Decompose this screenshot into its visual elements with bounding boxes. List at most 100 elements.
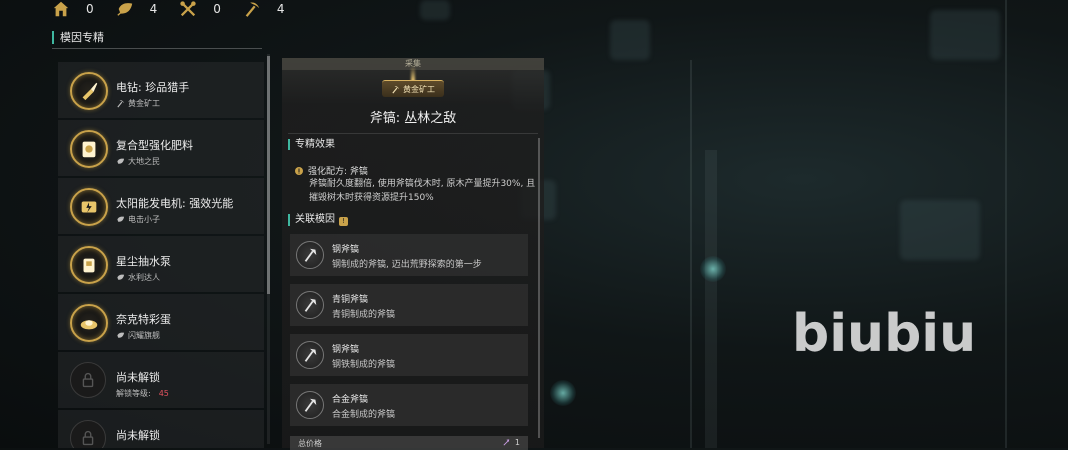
background-line: [705, 150, 717, 448]
gene-name: 青铜斧镐: [332, 295, 369, 305]
item-icon-ring: [70, 362, 106, 398]
lock-icon: [82, 430, 94, 446]
panel-title: 模因专精: [52, 31, 104, 44]
item-name: 星尘抽水泵: [116, 255, 171, 268]
list-item[interactable]: 电钻: 珍品猎手 黄金矿工: [58, 62, 264, 118]
item-icon-ring: [70, 130, 108, 168]
item-name: 奈克特彩蛋: [116, 313, 171, 326]
badge-label: 黄金矿工: [403, 84, 435, 94]
item-icon-ring: [70, 246, 108, 284]
detail-panel: 采集 黄金矿工 斧镐: 丛林之敌 专精效果 强化配方: 斧镐 斧镐耐久度翻倍, …: [282, 58, 544, 450]
item-tag-label: 黄金矿工: [128, 99, 160, 108]
background-tile: [930, 10, 1000, 60]
list-item[interactable]: 星尘抽水泵 水利达人: [58, 236, 264, 292]
axe-icon: [304, 298, 317, 312]
gene-row[interactable]: 钢斧镐 钢制成的斧镐, 迈出荒野探索的第一步: [290, 234, 528, 276]
item-tag-label: 解锁等级:: [116, 389, 151, 398]
gene-name: 合金斧镐: [332, 395, 369, 405]
glow-orb: [700, 256, 726, 282]
gene-icon: [296, 341, 324, 369]
lock-icon: [82, 372, 94, 388]
resource-house: 0: [52, 0, 94, 18]
item-tag-label: 大地之民: [128, 157, 160, 166]
item-unlock-level: 解锁等级: 45: [116, 388, 169, 399]
gene-row[interactable]: 合金斧镐 合金制成的斧镐: [290, 384, 528, 426]
item-icon-ring: [70, 304, 108, 342]
list-item[interactable]: 太阳能发电机: 强效光能 电击小子: [58, 178, 264, 234]
item-icon-ring: [70, 72, 108, 110]
gene-desc: 钢铁制成的斧镐: [332, 360, 396, 370]
tools-icon: [180, 1, 196, 17]
leaf-icon: [117, 274, 125, 280]
item-icon-ring: [70, 188, 108, 226]
item-name: 尚未解锁: [116, 371, 160, 384]
gene-name: 钢斧镐: [332, 345, 360, 355]
specialization-list: 电钻: 珍品猎手 黄金矿工 复合型强化肥料 大地之民 太阳能发电机: 强效光能 …: [58, 54, 266, 448]
pickaxe-icon: [245, 2, 260, 17]
gene-row[interactable]: 青铜斧镐 青铜制成的斧镐: [290, 284, 528, 326]
background-tile: [610, 20, 650, 60]
info-icon[interactable]: !: [339, 217, 348, 226]
item-tag-label: 水利达人: [128, 273, 160, 282]
detail-scrollbar[interactable]: [538, 138, 540, 438]
list-item-locked[interactable]: 尚未解锁: [58, 410, 264, 448]
unlock-level-value: 45: [158, 389, 169, 398]
solar-generator-icon: [81, 201, 97, 213]
section-title-related: 关联模因!: [288, 214, 348, 226]
water-pump-icon: [83, 258, 95, 273]
resource-tools: 0: [179, 0, 221, 18]
gene-icon: [296, 241, 324, 269]
resource-value: 0: [86, 2, 94, 16]
resource-value: 4: [149, 2, 158, 16]
effect-head-text: 强化配方: 斧镐: [308, 167, 368, 177]
resource-value: 4: [276, 2, 285, 16]
total-label: 总价格: [298, 439, 322, 448]
item-tag-label: 电击小子: [128, 215, 160, 224]
watermark: biubiu: [792, 304, 977, 364]
resource-leaf: 4: [116, 0, 158, 18]
item-tag-label: 闪耀旗舰: [128, 331, 160, 340]
item-name: 太阳能发电机: 强效光能: [116, 197, 234, 210]
warning-icon: [295, 166, 303, 175]
fertilizer-icon: [82, 141, 96, 158]
pickaxe-icon: [392, 85, 400, 93]
effect-description: 斧镐耐久度翻倍, 使用斧镐伐木时, 原木产量提升30%, 且摧毁树木时获得资源提…: [309, 179, 536, 203]
item-tag: 黄金矿工: [116, 98, 160, 109]
leaf-icon: [117, 158, 125, 164]
section-title-effect: 专精效果: [288, 139, 335, 150]
effect-head: 强化配方: 斧镐: [294, 164, 368, 177]
list-scroll-thumb[interactable]: [267, 56, 270, 294]
egg-dish-icon: [80, 320, 98, 330]
leaf-icon: [117, 332, 125, 338]
background-line: [690, 60, 692, 448]
list-item-locked[interactable]: 尚未解锁 解锁等级: 45: [58, 352, 264, 408]
section-title-text: 关联模因: [295, 214, 335, 225]
axe-icon: [304, 398, 317, 412]
axe-icon: [304, 348, 317, 362]
background-tile: [420, 0, 450, 20]
total-value-text: 1: [514, 438, 520, 447]
resource-pickaxe: 4: [243, 0, 285, 18]
gene-desc: 青铜制成的斧镐: [332, 310, 396, 320]
feather-icon: [503, 439, 510, 446]
leaf-icon: [117, 216, 125, 222]
profession-badge: 黄金矿工: [382, 80, 444, 97]
item-tag: 水利达人: [116, 272, 160, 283]
leaf-icon: [116, 3, 132, 16]
gene-icon: [296, 291, 324, 319]
item-name: 复合型强化肥料: [116, 139, 193, 152]
gene-row[interactable]: 钢斧镐 钢铁制成的斧镐: [290, 334, 528, 376]
list-item[interactable]: 奈克特彩蛋 闪耀旗舰: [58, 294, 264, 350]
gene-name: 钢斧镐: [332, 245, 360, 255]
background-line: [1005, 0, 1007, 448]
gene-icon: [296, 391, 324, 419]
item-icon-ring: [70, 420, 106, 448]
gene-desc: 钢制成的斧镐, 迈出荒野探索的第一步: [332, 260, 482, 270]
house-icon: [53, 1, 69, 17]
list-item[interactable]: 复合型强化肥料 大地之民: [58, 120, 264, 176]
resource-value: 0: [213, 2, 221, 16]
item-tag: 闪耀旗舰: [116, 330, 160, 341]
item-name: 电钻: 珍品猎手: [116, 81, 190, 94]
pickaxe-icon: [117, 100, 125, 108]
total-value: 1: [502, 438, 520, 447]
